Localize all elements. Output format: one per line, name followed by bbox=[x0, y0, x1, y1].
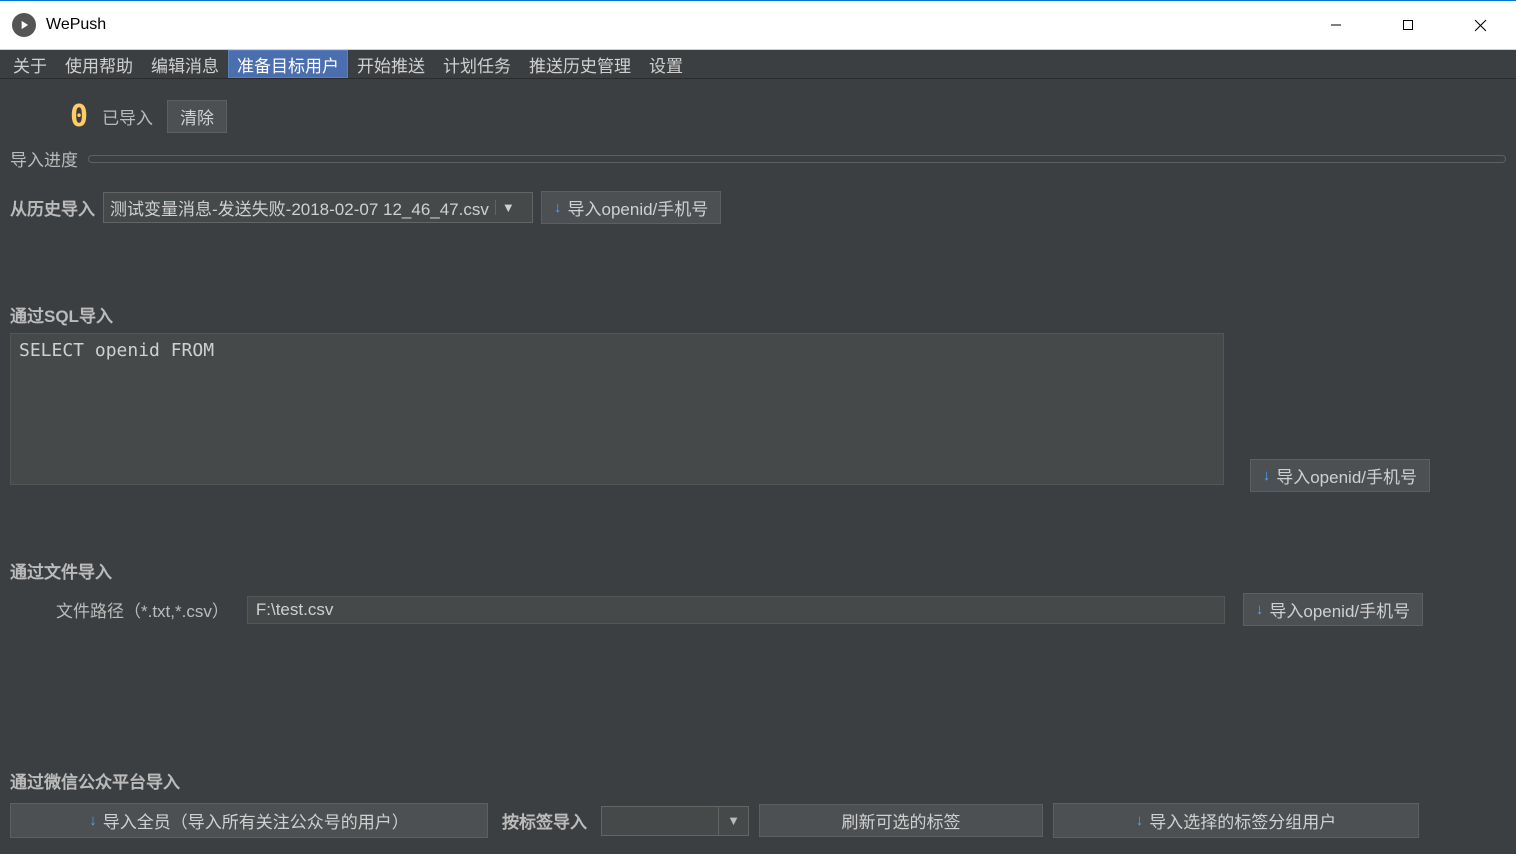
sql-import-button[interactable]: ↓ 导入openid/手机号 bbox=[1250, 459, 1430, 492]
history-import-label: 从历史导入 bbox=[10, 195, 95, 220]
sql-section: 通过SQL导入 ↓ 导入openid/手机号 bbox=[10, 296, 1506, 492]
tab-start-push[interactable]: 开始推送 bbox=[348, 50, 434, 78]
tab-edit-msg[interactable]: 编辑消息 bbox=[142, 50, 228, 78]
history-import-row: 从历史导入 测试变量消息-发送失败-2018-02-07 12_46_47.cs… bbox=[10, 185, 1506, 240]
import-selected-tags-label: 导入选择的标签分组用户 bbox=[1149, 808, 1336, 833]
dropdown-icon: ▼ bbox=[495, 200, 515, 215]
tabbar: 关于 使用帮助 编辑消息 准备目标用户 开始推送 计划任务 推送历史管理 设置 bbox=[0, 50, 1516, 79]
wechat-section: 通过微信公众平台导入 ↓ 导入全员（导入所有关注公众号的用户） 按标签导入 ▼ … bbox=[10, 762, 1506, 842]
file-path-label: 文件路径（*.txt,*.csv） bbox=[10, 597, 229, 622]
app-icon bbox=[12, 13, 36, 37]
sql-import-button-label: 导入openid/手机号 bbox=[1276, 463, 1417, 488]
refresh-tags-button[interactable]: 刷新可选的标签 bbox=[759, 804, 1043, 837]
file-import-button[interactable]: ↓ 导入openid/手机号 bbox=[1243, 593, 1423, 626]
import-count: 0 bbox=[70, 99, 88, 134]
tag-import-label: 按标签导入 bbox=[498, 808, 591, 833]
progress-label: 导入进度 bbox=[10, 146, 78, 171]
sql-section-title: 通过SQL导入 bbox=[10, 296, 1506, 333]
tab-schedule[interactable]: 计划任务 bbox=[434, 50, 520, 78]
file-path-input[interactable] bbox=[247, 596, 1225, 624]
download-icon: ↓ bbox=[554, 199, 562, 216]
file-section: 通过文件导入 文件路径（*.txt,*.csv） ↓ 导入openid/手机号 bbox=[10, 552, 1506, 630]
file-section-title: 通过文件导入 bbox=[10, 552, 1506, 589]
maximize-button[interactable] bbox=[1372, 1, 1444, 49]
import-header: 0 已导入 清除 bbox=[10, 87, 1506, 146]
clear-button[interactable]: 清除 bbox=[167, 100, 227, 133]
minimize-button[interactable] bbox=[1300, 1, 1372, 49]
history-select[interactable]: 测试变量消息-发送失败-2018-02-07 12_46_47.csv ▼ bbox=[103, 192, 533, 223]
tab-about[interactable]: 关于 bbox=[4, 50, 56, 78]
file-import-button-label: 导入openid/手机号 bbox=[1269, 597, 1410, 622]
window-controls bbox=[1300, 1, 1516, 49]
close-button[interactable] bbox=[1444, 1, 1516, 49]
history-select-value: 测试变量消息-发送失败-2018-02-07 12_46_47.csv bbox=[110, 195, 489, 220]
import-all-button[interactable]: ↓ 导入全员（导入所有关注公众号的用户） bbox=[10, 803, 488, 838]
download-icon: ↓ bbox=[1136, 812, 1144, 829]
tab-help[interactable]: 使用帮助 bbox=[56, 50, 142, 78]
download-icon: ↓ bbox=[1263, 467, 1271, 484]
app-title: WePush bbox=[46, 16, 106, 34]
history-import-button[interactable]: ↓ 导入openid/手机号 bbox=[541, 191, 721, 224]
titlebar-left: WePush bbox=[0, 13, 106, 37]
dropdown-icon: ▼ bbox=[718, 807, 748, 835]
content: 0 已导入 清除 导入进度 从历史导入 测试变量消息-发送失败-2018-02-… bbox=[0, 79, 1516, 854]
history-import-button-label: 导入openid/手机号 bbox=[568, 195, 709, 220]
download-icon: ↓ bbox=[1256, 601, 1264, 618]
import-selected-tags-button[interactable]: ↓ 导入选择的标签分组用户 bbox=[1053, 803, 1419, 838]
tag-select[interactable]: ▼ bbox=[601, 806, 749, 836]
progress-bar bbox=[88, 155, 1506, 163]
progress-row: 导入进度 bbox=[10, 146, 1506, 185]
wechat-section-title: 通过微信公众平台导入 bbox=[10, 762, 1506, 799]
download-icon: ↓ bbox=[89, 812, 97, 829]
import-label: 已导入 bbox=[102, 104, 153, 129]
tab-history[interactable]: 推送历史管理 bbox=[520, 50, 640, 78]
tab-settings[interactable]: 设置 bbox=[640, 50, 692, 78]
tab-prepare-users[interactable]: 准备目标用户 bbox=[228, 50, 348, 78]
import-all-button-label: 导入全员（导入所有关注公众号的用户） bbox=[103, 808, 409, 833]
titlebar: WePush bbox=[0, 0, 1516, 50]
